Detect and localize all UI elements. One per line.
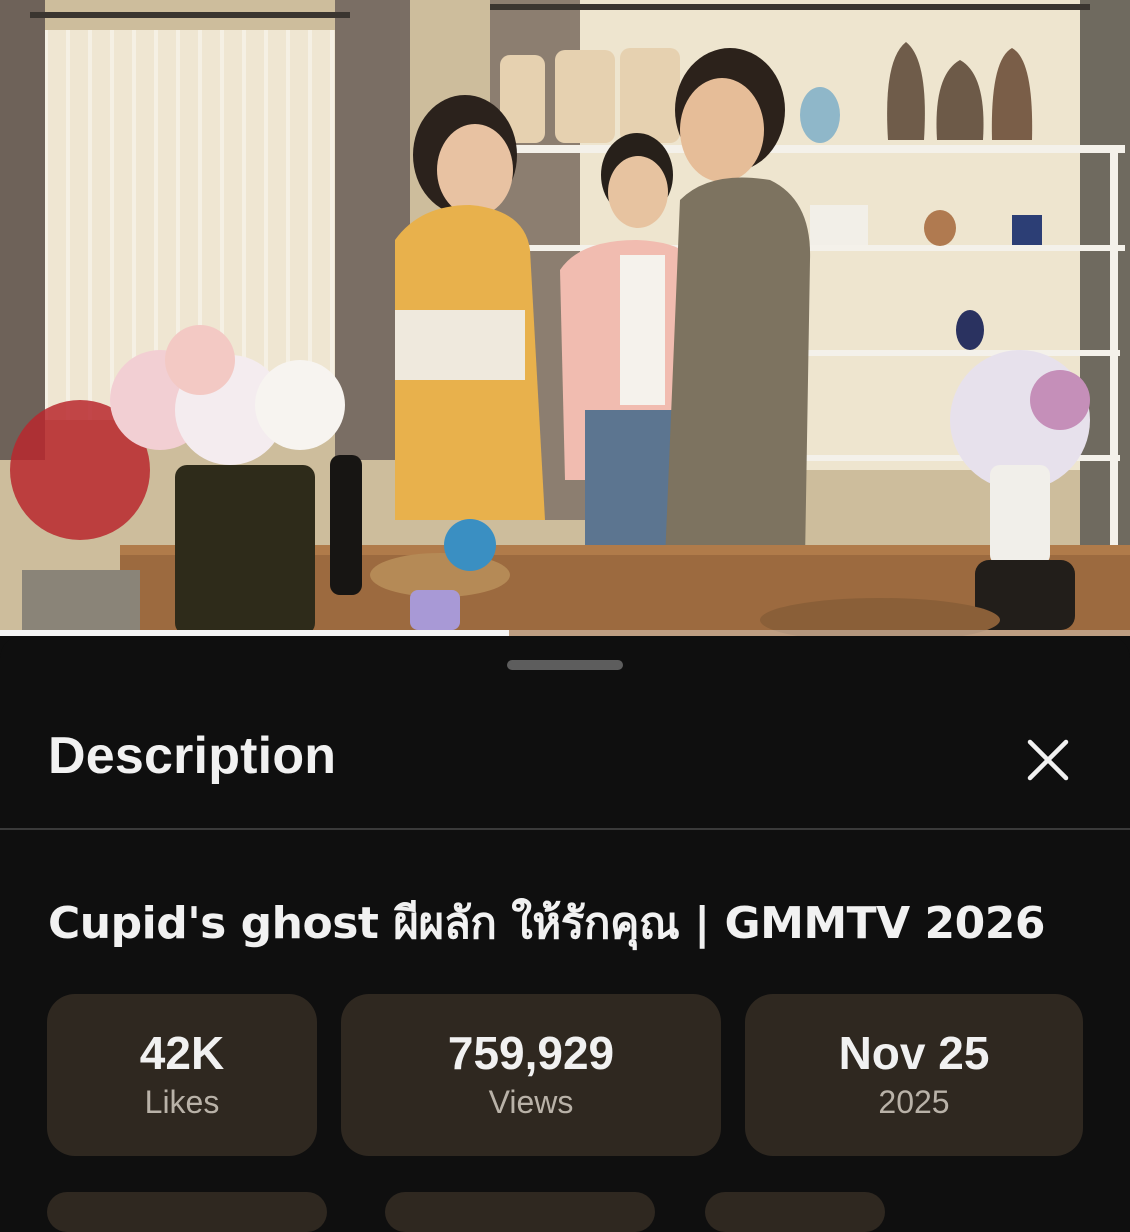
close-button[interactable] <box>1020 732 1076 788</box>
drag-handle[interactable] <box>507 660 623 670</box>
chip-peek[interactable] <box>385 1192 655 1232</box>
date-stat: Nov 25 2025 <box>745 994 1083 1156</box>
chip-peek[interactable] <box>47 1192 327 1232</box>
sheet-title: Description <box>48 727 337 785</box>
views-stat: 759,929 Views <box>341 994 721 1156</box>
publish-year: 2025 <box>878 1084 950 1120</box>
description-sheet: Description Cupid's ghost ผีผลัก ให้รักค… <box>0 636 1130 1232</box>
close-icon <box>1027 739 1069 781</box>
views-label: Views <box>488 1084 574 1120</box>
divider <box>0 828 1130 830</box>
video-player[interactable] <box>0 0 1130 636</box>
likes-count: 42K <box>139 1027 225 1079</box>
video-frame <box>0 0 1130 636</box>
publish-date: Nov 25 <box>838 1027 990 1079</box>
views-count: 759,929 <box>447 1027 615 1079</box>
chip-peek[interactable] <box>705 1192 885 1232</box>
video-title: Cupid's ghost ผีผลัก ให้รักคุณ | GMMTV 2… <box>48 898 1046 949</box>
likes-label: Likes <box>144 1084 220 1120</box>
likes-stat: 42K Likes <box>47 994 317 1156</box>
